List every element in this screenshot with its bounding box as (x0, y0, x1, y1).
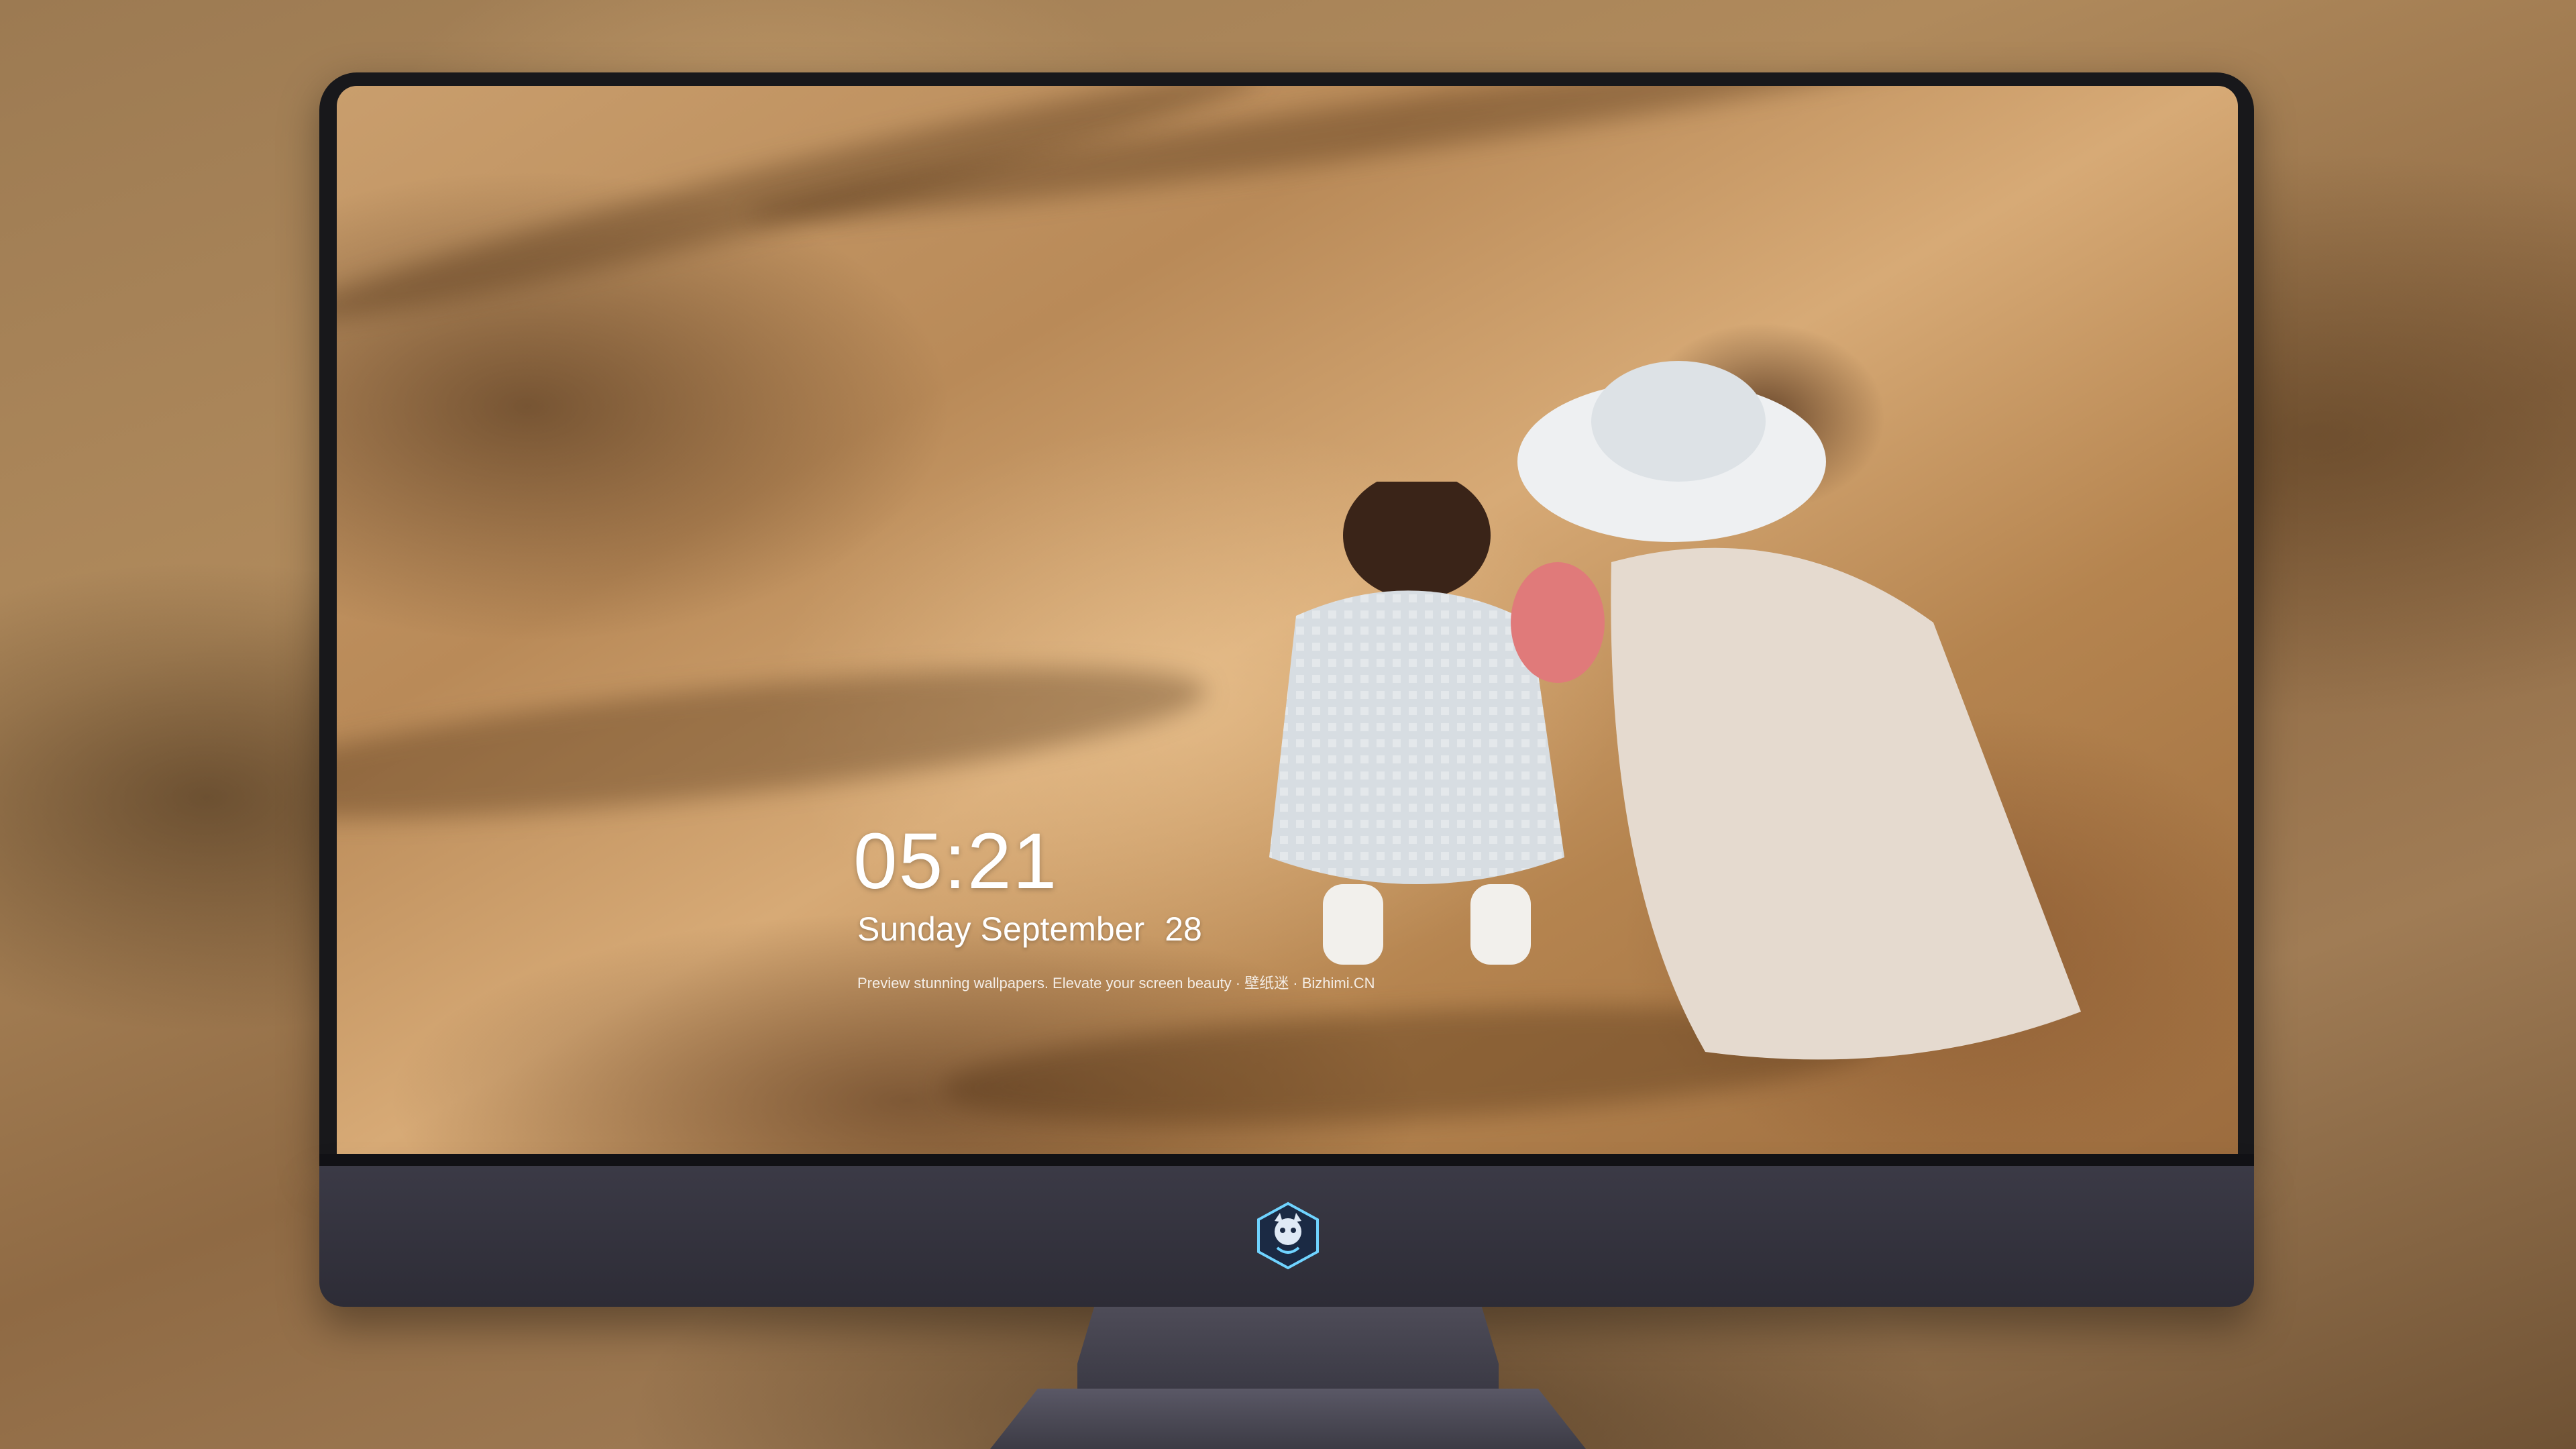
lock-screen-date: Sunday September 28 (857, 910, 1202, 949)
wallpaper-tagline: Preview stunning wallpapers. Elevate you… (857, 975, 1375, 991)
wallpaper-shadow (337, 637, 1212, 849)
date-day: 28 (1165, 910, 1202, 948)
brand-logo-icon (1257, 1201, 1319, 1270)
monitor-screen: 05:21 Sunday September 28 Preview stunning… (337, 86, 2238, 1154)
lock-screen-time: 05:21 (853, 817, 1059, 906)
date-weekday: Sunday (857, 910, 971, 948)
monitor-stand-base (990, 1389, 1586, 1449)
date-month: September (980, 910, 1145, 948)
wallpaper-child-girl (1511, 361, 2081, 1060)
desktop-scene: 05:21 Sunday September 28 Preview stunning… (0, 0, 2576, 1449)
